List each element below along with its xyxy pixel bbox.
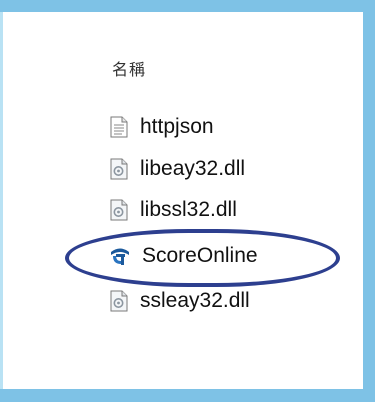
dll-file-icon bbox=[110, 158, 128, 180]
text-file-icon bbox=[110, 116, 128, 138]
file-row-libeay32[interactable]: libeay32.dll bbox=[110, 154, 245, 184]
file-name: ssleay32.dll bbox=[140, 289, 250, 312]
window-frame-left bbox=[0, 12, 3, 389]
file-row-httpjson[interactable]: httpjson bbox=[110, 112, 214, 142]
dll-file-icon bbox=[110, 199, 128, 221]
window-frame-right bbox=[363, 0, 375, 402]
dll-file-icon bbox=[110, 290, 128, 312]
highlight-annotation bbox=[65, 229, 340, 287]
file-list: httpjson libeay32.dll libssl32.dll Score… bbox=[110, 0, 360, 402]
file-name: libeay32.dll bbox=[140, 157, 246, 180]
file-name: httpjson bbox=[140, 115, 214, 138]
file-name: libssl32.dll bbox=[140, 198, 237, 221]
file-row-libssl32[interactable]: libssl32.dll bbox=[110, 195, 237, 225]
file-row-ssleay32[interactable]: ssleay32.dll bbox=[110, 286, 250, 316]
